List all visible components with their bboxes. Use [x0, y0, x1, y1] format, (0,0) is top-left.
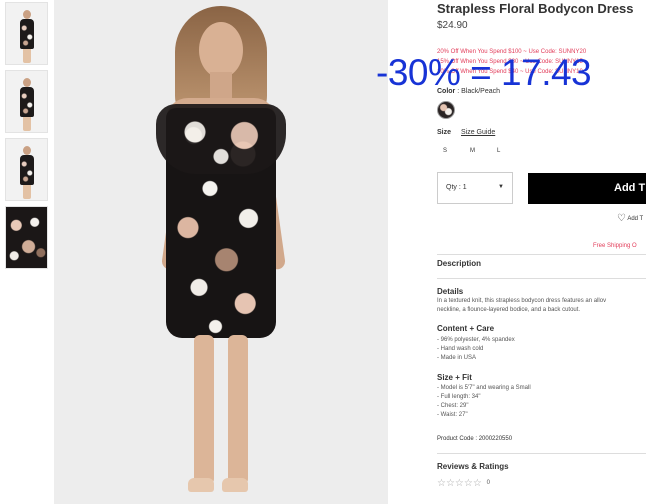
size-fit-text: - Model is 5'7" and wearing a Small - Fu…: [437, 384, 531, 420]
thumbnail-model-legs: [22, 49, 31, 63]
thumbnail-back[interactable]: [5, 138, 48, 201]
content-line: - 96% polyester, 4% spandex: [437, 337, 515, 343]
wishlist-label: Add T: [627, 216, 644, 223]
details-title: Details: [437, 287, 464, 296]
product-price: $24.90: [437, 20, 468, 31]
add-to-bag-button[interactable]: Add T: [528, 173, 646, 204]
content-line: - Hand wash cold: [437, 346, 484, 352]
size-options: S M L: [443, 148, 524, 154]
fit-line: - Model is 5'7" and wearing a Small: [437, 385, 531, 391]
thumbnail-model-legs: [22, 185, 31, 199]
description-title[interactable]: Description: [437, 259, 481, 268]
model-face: [199, 22, 243, 78]
model-left-shoe: [188, 478, 214, 492]
quantity-select[interactable]: Qty : 1 ▼: [437, 172, 513, 204]
size-option-l[interactable]: L: [497, 148, 524, 154]
quantity-value: Qty : 1: [446, 184, 467, 191]
thumbnail-fabric-pattern: [6, 207, 47, 268]
model-left-leg: [194, 335, 214, 485]
wishlist-link[interactable]: ♡ Add T: [617, 213, 643, 224]
model-dress-ruffle: [156, 104, 286, 174]
thumbnail-model-dress: [19, 155, 34, 185]
fit-line: - Waist: 27": [437, 412, 468, 418]
divider: [437, 278, 646, 279]
thumbnail-closeup[interactable]: [5, 206, 48, 269]
thumbnail-front[interactable]: [5, 2, 48, 65]
model-right-leg: [228, 335, 248, 485]
size-option-s[interactable]: S: [443, 148, 470, 154]
heart-icon: ♡: [617, 213, 626, 224]
free-shipping-link[interactable]: Free Shipping O: [593, 243, 637, 249]
details-line: In a textured knit, this strapless bodyc…: [437, 298, 607, 304]
star-icon: ☆☆☆☆☆: [437, 478, 482, 489]
thumbnail-list: [5, 2, 50, 274]
main-product-image[interactable]: [54, 0, 388, 504]
discount-overlay-text: -30% = 17.43: [376, 52, 592, 93]
thumbnail-model-head: [22, 146, 31, 155]
product-code: Product Code : 2000220550: [437, 436, 513, 442]
details-line: neckline, a flounce-layered bodice, and …: [437, 307, 581, 313]
fit-line: - Chest: 29": [437, 403, 469, 409]
content-care-title: Content + Care: [437, 324, 495, 333]
reviews-title[interactable]: Reviews & Ratings: [437, 462, 509, 471]
chevron-down-icon: ▼: [498, 184, 504, 190]
thumbnail-side[interactable]: [5, 70, 48, 133]
size-guide-link[interactable]: Size Guide: [461, 129, 495, 136]
color-swatch[interactable]: [437, 101, 455, 119]
thumbnail-model-dress: [19, 87, 34, 117]
divider: [437, 453, 646, 454]
size-label: Size: [437, 129, 452, 136]
details-text: In a textured knit, this strapless bodyc…: [437, 297, 606, 315]
model-right-shoe: [222, 478, 248, 492]
thumbnail-model-legs: [22, 117, 31, 131]
product-title: Strapless Floral Bodycon Dress: [437, 1, 634, 16]
review-count: 0: [486, 480, 490, 487]
content-line: - Made in USA: [437, 355, 477, 361]
thumbnail-model-dress: [19, 19, 34, 49]
content-care-text: - 96% polyester, 4% spandex - Hand wash …: [437, 336, 515, 363]
size-option-m[interactable]: M: [470, 148, 497, 154]
thumbnail-model-head: [22, 10, 31, 19]
thumbnail-model-head: [22, 78, 31, 87]
fit-line: - Full length: 34": [437, 394, 481, 400]
rating-stars[interactable]: ☆☆☆☆☆ 0: [437, 478, 490, 489]
size-fit-title: Size + Fit: [437, 373, 472, 382]
divider: [437, 254, 646, 255]
